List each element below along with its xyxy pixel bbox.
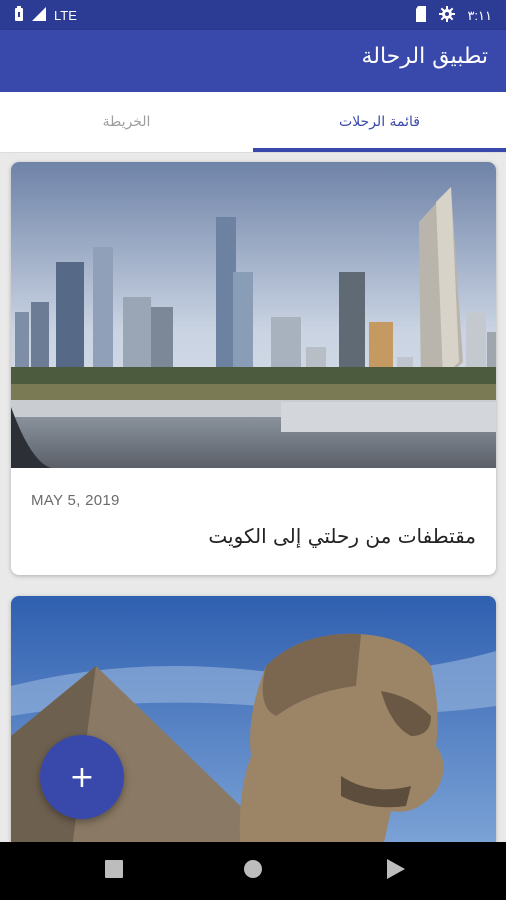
tab-bar: قائمة الرحلات الخريطة	[0, 92, 506, 153]
tab-indicator	[253, 148, 506, 152]
trip-date: MAY 5, 2019	[31, 492, 120, 509]
recents-square-icon	[105, 860, 123, 882]
settings-gear-icon	[439, 6, 456, 25]
home-button[interactable]	[223, 842, 283, 900]
back-button[interactable]	[366, 842, 426, 900]
system-nav-bar	[0, 842, 506, 900]
back-triangle-icon	[387, 859, 405, 883]
signal-icon	[31, 6, 47, 25]
battery-saver-icon	[14, 6, 24, 25]
trip-card[interactable]: MAY 5, 2019 مقتطفات من رحلتي إلى الكويت	[11, 162, 496, 575]
app-bar: تطبيق الرحالة	[0, 30, 506, 92]
add-trip-button[interactable]: +	[40, 735, 124, 819]
clock-time: ٣:١١	[467, 7, 492, 23]
app-title: تطبيق الرحالة	[361, 44, 488, 69]
trip-photo-kuwait-skyline	[11, 162, 496, 468]
trip-title: مقتطفات من رحلتي إلى الكويت	[208, 524, 476, 548]
tab-trip-list[interactable]: قائمة الرحلات	[253, 92, 506, 152]
network-label: LTE	[54, 8, 77, 23]
plus-icon: +	[69, 759, 95, 795]
tab-map[interactable]: الخريطة	[0, 92, 253, 152]
status-right: ٣:١١	[415, 6, 492, 25]
home-circle-icon	[243, 859, 263, 883]
status-left: LTE	[14, 6, 77, 25]
recents-button[interactable]	[84, 842, 144, 900]
status-bar: LTE ٣:١١	[0, 0, 506, 30]
sd-card-icon	[415, 6, 427, 25]
